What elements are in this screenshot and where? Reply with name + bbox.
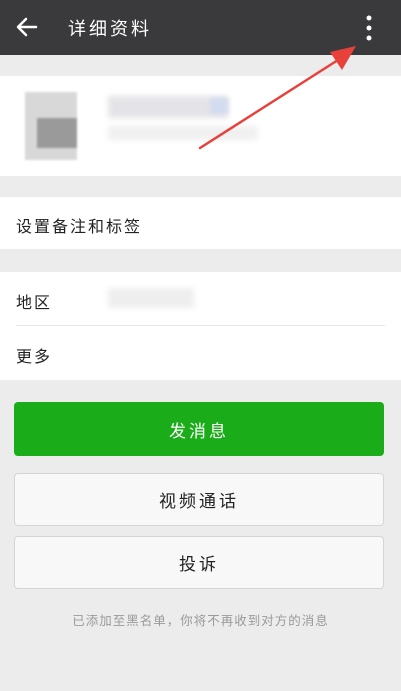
page-title: 详细资料 bbox=[68, 19, 152, 40]
report-button[interactable]: 投诉 bbox=[14, 536, 384, 589]
region-row: 地区 bbox=[0, 272, 401, 326]
region-label: 地区 bbox=[16, 293, 53, 312]
avatar[interactable] bbox=[25, 92, 77, 160]
arrow-left-icon bbox=[16, 17, 38, 37]
more-options-button[interactable] bbox=[354, 12, 384, 44]
more-vertical-icon bbox=[366, 15, 372, 41]
top-bar: 详细资料 bbox=[0, 0, 401, 55]
send-message-button[interactable]: 发消息 bbox=[14, 402, 384, 456]
remark-and-tags-label: 设置备注和标签 bbox=[16, 217, 143, 236]
more-row[interactable]: 更多 bbox=[0, 326, 401, 380]
back-button[interactable] bbox=[10, 10, 44, 44]
video-call-button[interactable]: 视频通话 bbox=[14, 473, 384, 526]
blacklist-note: 已添加至黑名单，你将不再收到对方的消息 bbox=[72, 613, 329, 628]
info-block: 地区 更多 bbox=[0, 272, 401, 380]
account-id-redacted bbox=[108, 126, 258, 140]
profile-card[interactable] bbox=[0, 76, 401, 176]
more-label: 更多 bbox=[16, 347, 53, 366]
region-value-redacted bbox=[108, 288, 194, 308]
gender-icon-redacted bbox=[210, 98, 228, 114]
remark-and-tags-row[interactable]: 设置备注和标签 bbox=[0, 197, 401, 249]
